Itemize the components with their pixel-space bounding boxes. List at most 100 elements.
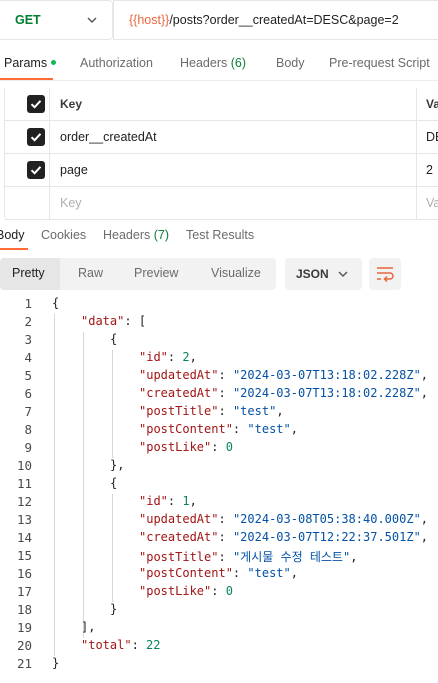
param-new-row: Key Va <box>5 187 438 220</box>
line-number: 2 <box>24 314 32 329</box>
url-variable: {{host}} <box>129 13 170 27</box>
request-tabs: Params Authorization Headers (6) Body Pr… <box>0 50 438 80</box>
method-label: GET <box>15 13 41 27</box>
response-body-code[interactable]: 1{2 "data": [3{4 "id": 2, 5 "updatedAt": "20… <box>0 296 438 683</box>
code-line: 20 "total": 22 <box>0 638 438 656</box>
code-line: 3{ <box>0 332 438 350</box>
url-input[interactable]: {{host}}/posts?order__createdAt=DESC&pag… <box>113 0 438 40</box>
param-row: order__createdAt DE <box>5 121 438 154</box>
tab-params[interactable]: Params <box>4 56 57 70</box>
line-number: 3 <box>24 332 32 347</box>
param-row: page 2 <box>5 154 438 187</box>
view-pretty-button[interactable]: Pretty <box>12 266 45 280</box>
response-tab-cookies[interactable]: Cookies <box>41 228 86 242</box>
wrap-lines-button[interactable] <box>369 258 401 290</box>
checkmark-icon <box>30 100 42 109</box>
line-number: 4 <box>24 350 32 365</box>
code-text: }, <box>110 458 125 472</box>
code-text: "updatedAt": "2024-03-08T05:38:40.000Z", <box>139 512 429 526</box>
tab-pre-request-script[interactable]: Pre-request Script <box>329 56 430 70</box>
param-checkbox[interactable] <box>27 161 45 179</box>
tab-headers[interactable]: Headers (6) <box>180 56 246 70</box>
code-text: "postTitle": "게시물 수정 테스트", <box>139 550 358 564</box>
tab-headers-count: (6) <box>230 56 247 70</box>
param-checkbox[interactable] <box>27 128 45 146</box>
code-text: "updatedAt": "2024-03-07T13:18:02.228Z", <box>139 368 429 382</box>
code-text: { <box>110 476 118 490</box>
line-number: 20 <box>16 638 32 653</box>
code-line: 15 "postTitle": "게시물 수정 테스트", <box>0 548 438 566</box>
new-param-key-input[interactable]: Key <box>60 196 82 210</box>
tab-pre-request-label: Pre-request Script <box>329 56 430 70</box>
param-key[interactable]: page <box>60 163 88 177</box>
code-text: "postLike": 0 <box>139 440 233 454</box>
code-text: "postTitle": "test", <box>139 404 284 418</box>
code-line: 17 "postLike": 0 <box>0 584 438 602</box>
line-number: 9 <box>24 440 32 455</box>
line-number: 17 <box>16 584 32 599</box>
view-raw-button[interactable]: Raw <box>78 266 103 280</box>
code-text: "createdAt": "2024-03-07T13:18:02.228Z", <box>139 386 429 400</box>
code-line: 12 "id": 1, <box>0 494 438 512</box>
view-mode-segmented: Pretty Raw Preview Visualize <box>0 258 276 290</box>
tab-authorization-label: Authorization <box>80 56 153 70</box>
checkmark-icon <box>30 166 42 175</box>
chevron-down-icon <box>87 17 97 23</box>
code-line: 5 "updatedAt": "2024-03-07T13:18:02.228Z"… <box>0 368 438 386</box>
code-line: 14 "createdAt": "2024-03-07T12:22:37.501Z… <box>0 530 438 548</box>
checkmark-icon <box>30 133 42 142</box>
response-tab-headers[interactable]: Headers (7) <box>103 228 169 242</box>
param-key[interactable]: order__createdAt <box>60 130 157 144</box>
code-line: 13 "updatedAt": "2024-03-08T05:38:40.000Z… <box>0 512 438 530</box>
line-number: 1 <box>24 296 32 311</box>
code-text: ], <box>81 620 96 634</box>
code-text: "total": 22 <box>81 638 161 652</box>
code-text: "postContent": "test", <box>139 422 298 436</box>
code-text: "id": 2, <box>139 350 197 364</box>
param-value[interactable]: DE <box>426 130 438 144</box>
active-response-tab-indicator <box>0 248 28 250</box>
code-line: 18} <box>0 602 438 620</box>
code-line: 21} <box>0 656 438 674</box>
tab-body-label: Body <box>276 56 305 70</box>
tab-authorization[interactable]: Authorization <box>80 56 153 70</box>
code-line: 8 "postContent": "test", <box>0 422 438 440</box>
code-line: 11 { <box>0 476 438 494</box>
code-line: 9 "postLike": 0 <box>0 440 438 458</box>
method-select[interactable]: GET <box>0 0 113 40</box>
code-line: 16 "postContent": "test", <box>0 566 438 584</box>
code-line: 1{ <box>0 296 438 314</box>
divider <box>0 80 438 81</box>
url-text: {{host}}/posts?order__createdAt=DESC&pag… <box>129 13 399 27</box>
line-number: 19 <box>16 620 32 635</box>
view-preview-button[interactable]: Preview <box>134 266 178 280</box>
url-bar: GET {{host}}/posts?order__createdAt=DESC… <box>0 0 438 40</box>
code-text: } <box>52 656 60 670</box>
param-value[interactable]: 2 <box>426 163 433 177</box>
code-text: "postLike": 0 <box>139 584 233 598</box>
format-label: JSON <box>296 267 329 281</box>
line-number: 5 <box>24 368 32 383</box>
line-number: 21 <box>16 656 32 671</box>
code-text: } <box>110 602 118 616</box>
line-number: 10 <box>16 458 32 473</box>
line-number: 14 <box>16 530 32 545</box>
code-text: "id": 1, <box>139 494 197 508</box>
code-line: 2 "data": [ <box>0 314 438 332</box>
line-number: 16 <box>16 566 32 581</box>
new-param-value-input[interactable]: Va <box>426 196 438 210</box>
tab-body[interactable]: Body <box>276 56 305 70</box>
params-header-row: Key Va <box>5 88 438 121</box>
response-tab-body[interactable]: Body <box>0 228 25 242</box>
code-text: "postContent": "test", <box>139 566 298 580</box>
line-number: 13 <box>16 512 32 527</box>
response-tab-test-results[interactable]: Test Results <box>186 228 254 242</box>
code-line: 6 "createdAt": "2024-03-07T13:18:02.228Z"… <box>0 386 438 404</box>
view-visualize-button[interactable]: Visualize <box>211 266 261 280</box>
code-line: 4 "id": 2, <box>0 350 438 368</box>
select-all-checkbox[interactable] <box>27 95 45 113</box>
line-number: 6 <box>24 386 32 401</box>
tab-headers-label: Headers <box>180 56 228 70</box>
value-column-header: Va <box>426 97 438 111</box>
format-select[interactable]: JSON <box>285 258 362 290</box>
